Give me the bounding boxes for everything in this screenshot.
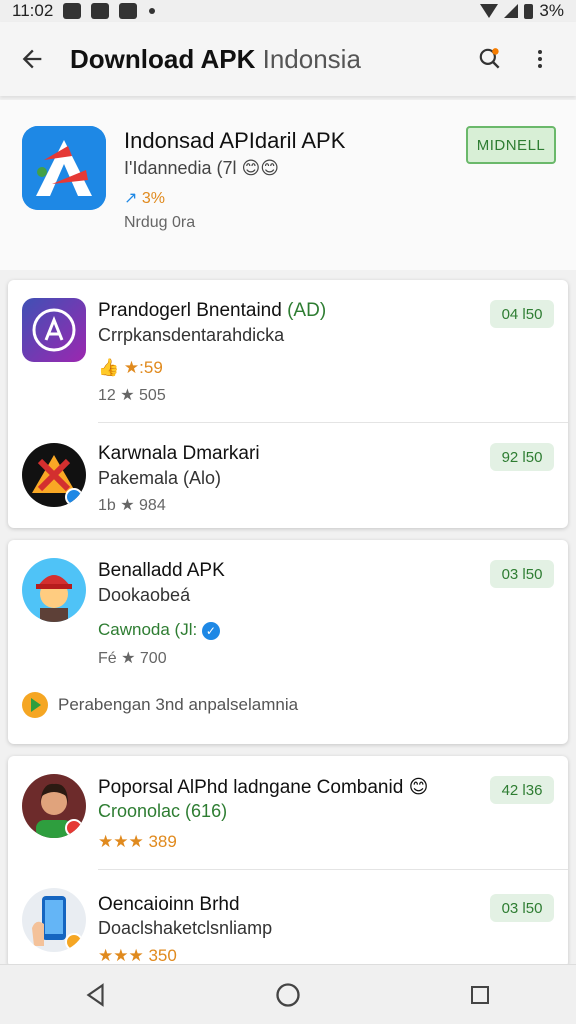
page-title: Download APK Indonsia xyxy=(70,44,361,75)
firefighter-avatar-icon xyxy=(22,558,86,622)
install-button[interactable]: MIDNELL xyxy=(466,126,556,164)
page-title-bold: Download APK xyxy=(70,43,256,74)
app-notification-icon xyxy=(91,3,110,19)
triangle-back-icon xyxy=(86,982,104,1007)
page-title-light: Indonsia xyxy=(262,43,361,74)
square-recents-icon xyxy=(471,985,489,1004)
app-logo-icon xyxy=(22,126,106,210)
warning-icon xyxy=(22,443,86,507)
verified-icon: ✓ xyxy=(201,622,220,640)
app-list-card-3: Poporsal AlPhd ladngane Combanid 😊 Croon… xyxy=(8,756,568,968)
circle-home-icon xyxy=(276,982,300,1007)
list-item-subtitle: Doaclshaketclsnliamp xyxy=(98,918,273,938)
list-item[interactable]: Prandogerl Bnentaind (AD) Crrpkansdentar… xyxy=(8,280,568,423)
list-item-subtitle: Croonolac (616) xyxy=(98,801,228,821)
back-button[interactable] xyxy=(0,22,64,96)
developer-name: Cawnoda (Jl: ✓ xyxy=(98,620,220,640)
featured-app-subtitle: I'Idannedia (7l 😊😊 xyxy=(124,158,280,178)
card-footer-note[interactable]: Perabengan 3nd anpalselamnia xyxy=(22,692,298,718)
emoji-icon: 😊 xyxy=(408,777,429,798)
list-item[interactable]: Karwnala Dmarkari Pakemala (Alo) 1b ★ 98… xyxy=(8,423,568,528)
emoji-icon: 😊😊 xyxy=(241,158,280,178)
system-nav-bar xyxy=(0,964,576,1024)
list-item[interactable]: Oencaioinn Brhd Doaclshaketclsnliamp ★★★… xyxy=(8,870,568,968)
list-item-title: Karwnala Dmarkari xyxy=(98,443,260,464)
list-item-subtitle: Pakemala (Alo) xyxy=(98,468,222,488)
list-item-meta: 1b ★ 984 xyxy=(98,497,166,514)
more-notifications-icon xyxy=(149,8,156,14)
app-list-card-2: Benalladd APK Dookaobeá Cawnoda (Jl: ✓ F… xyxy=(8,540,568,744)
signal-icon xyxy=(504,4,519,18)
list-item-rating: 👍 ★:59 xyxy=(98,358,163,377)
trend-icon: ↗ xyxy=(124,190,138,207)
price-badge[interactable]: 42 l36 xyxy=(490,776,554,804)
battery-icon xyxy=(524,3,534,19)
list-item-rating: ★★★ 389 xyxy=(98,832,177,851)
status-time: 11:02 xyxy=(12,1,54,20)
battery-level: 3% xyxy=(539,1,564,20)
list-item-title: Benalladd APK xyxy=(98,560,225,581)
list-item-meta: 12 ★ 505 xyxy=(98,387,166,404)
featured-app-title: Indonsad APIdaril APK xyxy=(124,128,346,153)
play-icon xyxy=(22,692,48,718)
price-badge[interactable]: 92 l50 xyxy=(490,443,554,471)
app-list-card-1: Prandogerl Bnentaind (AD) Crrpkansdentar… xyxy=(8,280,568,528)
featured-app-rating: ↗ 3% xyxy=(124,190,165,207)
app-bar: Download APK Indonsia xyxy=(0,22,576,96)
nav-recents-button[interactable] xyxy=(450,965,510,1024)
list-item-title: Prandogerl Bnentaind (AD) xyxy=(98,300,327,321)
woman-avatar-icon xyxy=(22,774,86,838)
search-button[interactable] xyxy=(468,37,512,81)
nav-back-button[interactable] xyxy=(66,965,126,1024)
status-bar: 11:02 3% xyxy=(0,0,576,22)
list-item-meta: Fé ★ 700 xyxy=(98,650,167,667)
more-vert-icon xyxy=(538,50,542,68)
phone-hand-icon xyxy=(22,888,86,952)
list-item-rating: ★★★ 350 xyxy=(98,946,177,965)
list-item[interactable]: Benalladd APK Dookaobeá Cawnoda (Jl: ✓ F… xyxy=(8,540,568,680)
list-item-title: Poporsal AlPhd ladngane Combanid 😊 xyxy=(98,777,429,798)
price-badge[interactable]: 04 l50 xyxy=(490,300,554,328)
price-badge[interactable]: 03 l50 xyxy=(490,894,554,922)
message-icon xyxy=(119,3,138,19)
search-icon xyxy=(479,48,500,69)
wifi-icon xyxy=(480,4,499,18)
list-item-subtitle: Dookaobeá xyxy=(98,585,191,605)
price-badge[interactable]: 03 l50 xyxy=(490,560,554,588)
overflow-menu-button[interactable] xyxy=(518,37,562,81)
notification-icon xyxy=(63,3,82,19)
featured-app-meta: Nrdug 0ra xyxy=(124,214,196,231)
list-item-title: Oencaioinn Brhd xyxy=(98,894,240,915)
featured-app[interactable]: Indonsad APIdaril APK I'Idannedia (7l 😊😊… xyxy=(0,100,576,270)
thumbs-up-icon: 👍 xyxy=(98,358,120,377)
list-item-subtitle: Crrpkansdentarahdicka xyxy=(98,325,285,345)
nav-home-button[interactable] xyxy=(258,965,318,1024)
arrow-left-icon xyxy=(22,49,42,69)
list-item[interactable]: Poporsal AlPhd ladngane Combanid 😊 Croon… xyxy=(8,756,568,870)
appstore-icon xyxy=(22,298,86,362)
